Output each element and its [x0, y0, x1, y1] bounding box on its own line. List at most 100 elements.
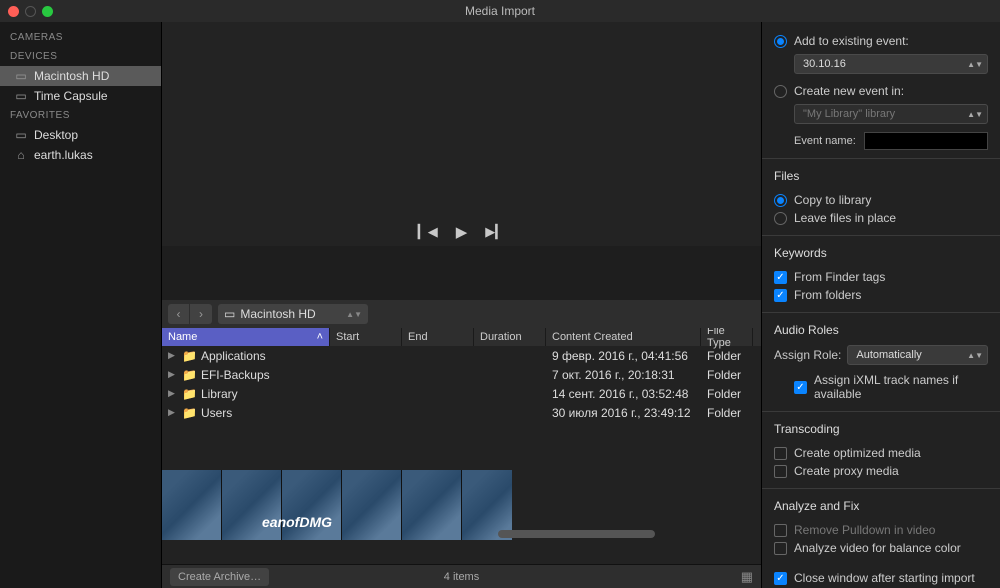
- next-button[interactable]: ▶▎: [485, 224, 505, 240]
- nav-forward-button[interactable]: ›: [190, 304, 212, 324]
- checkbox-icon: [774, 524, 787, 537]
- disclosure-triangle-icon[interactable]: ▶: [168, 369, 178, 380]
- play-button[interactable]: ▶: [456, 223, 468, 241]
- table-row[interactable]: ▶📁Users30 июля 2016 г., 23:49:12Folder: [162, 403, 761, 422]
- file-table: Name˄ Start End Duration Content Created…: [162, 328, 761, 564]
- analyze-panel: Analyze and Fix Remove Pulldown in video…: [762, 489, 1000, 588]
- row-created: 9 февр. 2016 г., 04:41:56: [546, 349, 701, 363]
- view-toggle-button[interactable]: ▦: [741, 569, 753, 585]
- row-created: 7 окт. 2016 г., 20:18:31: [546, 368, 701, 382]
- divider: [162, 246, 761, 300]
- col-created[interactable]: Content Created: [546, 328, 701, 346]
- row-type: Folder: [701, 368, 753, 382]
- window-title: Media Import: [465, 4, 535, 18]
- col-end[interactable]: End: [402, 328, 474, 346]
- sidebar-item-macintosh-hd[interactable]: ▭ Macintosh HD: [0, 66, 161, 86]
- table-row[interactable]: ▶📁Library14 сент. 2016 г., 03:52:48Folde…: [162, 384, 761, 403]
- sidebar-item-home[interactable]: ⌂ earth.lukas: [0, 145, 161, 165]
- folder-icon: 📁: [182, 368, 197, 382]
- desktop-icon: ▭: [14, 128, 28, 142]
- col-type[interactable]: File Type: [701, 328, 753, 346]
- thumbnail[interactable]: [222, 470, 282, 540]
- check-pulldown[interactable]: Remove Pulldown in video: [774, 521, 988, 539]
- checkbox-icon: [774, 447, 787, 460]
- checkbox-icon: [774, 542, 787, 555]
- row-type: Folder: [701, 387, 753, 401]
- col-start[interactable]: Start: [330, 328, 402, 346]
- disclosure-triangle-icon[interactable]: ▶: [168, 350, 178, 361]
- checkbox-icon: ✓: [774, 572, 787, 585]
- preview-area: ▎◀ ▶ ▶▎: [162, 22, 761, 246]
- event-panel: Add to existing event: 30.10.16 ▲▼ Creat…: [762, 22, 1000, 159]
- col-duration[interactable]: Duration: [474, 328, 546, 346]
- radio-add-existing[interactable]: Add to existing event:: [774, 32, 988, 50]
- files-panel: Files Copy to library Leave files in pla…: [762, 159, 1000, 236]
- sidebar-item-label: Time Capsule: [34, 89, 108, 103]
- close-icon[interactable]: [8, 6, 19, 17]
- sidebar: CAMERAS DEVICES ▭ Macintosh HD ▭ Time Ca…: [0, 22, 162, 588]
- drive-icon: ▭: [14, 89, 28, 103]
- row-created: 14 сент. 2016 г., 03:52:48: [546, 387, 701, 401]
- folder-icon: 📁: [182, 406, 197, 420]
- table-row[interactable]: ▶📁Applications9 февр. 2016 г., 04:41:56F…: [162, 346, 761, 365]
- item-count: 4 items: [444, 571, 479, 583]
- table-body: ▶📁Applications9 февр. 2016 г., 04:41:56F…: [162, 346, 761, 422]
- assign-role-select[interactable]: Automatically ▲▼: [847, 345, 988, 365]
- path-label: Macintosh HD: [240, 307, 315, 321]
- path-selector[interactable]: ▭ Macintosh HD ▲▼: [218, 304, 368, 324]
- sidebar-item-label: Macintosh HD: [34, 69, 109, 83]
- sidebar-item-label: Desktop: [34, 128, 78, 142]
- row-name: Library: [201, 387, 238, 401]
- radio-leave-in-place[interactable]: Leave files in place: [774, 209, 988, 227]
- check-balance-color[interactable]: Analyze video for balance color: [774, 539, 988, 557]
- check-ixml[interactable]: ✓ Assign iXML track names if available: [794, 371, 988, 403]
- disclosure-triangle-icon[interactable]: ▶: [168, 407, 178, 418]
- checkbox-icon: [774, 465, 787, 478]
- drive-icon: ▭: [14, 69, 28, 83]
- disclosure-triangle-icon[interactable]: ▶: [168, 388, 178, 399]
- drive-icon: ▭: [224, 307, 235, 321]
- event-name-input[interactable]: [864, 132, 988, 150]
- table-row[interactable]: ▶ 📁 EFI-Backups 7 окт. 2016 г., 20:18:31Fol…: [162, 365, 761, 384]
- row-created: 30 июля 2016 г., 23:49:12: [546, 406, 701, 420]
- sidebar-section-cameras: CAMERAS: [0, 28, 161, 47]
- existing-event-select[interactable]: 30.10.16 ▲▼: [794, 54, 988, 74]
- col-name[interactable]: Name˄: [162, 328, 330, 346]
- sort-asc-icon: ˄: [317, 331, 323, 343]
- checkbox-icon: ✓: [774, 289, 787, 302]
- sidebar-item-desktop[interactable]: ▭ Desktop: [0, 125, 161, 145]
- event-name-label: Event name:: [794, 135, 856, 147]
- radio-create-new[interactable]: Create new event in:: [774, 82, 988, 100]
- check-close-after[interactable]: ✓ Close window after starting import: [774, 569, 988, 587]
- chevron-updown-icon: ▲▼: [967, 60, 983, 69]
- right-pane: Add to existing event: 30.10.16 ▲▼ Creat…: [762, 22, 1000, 588]
- nav-back-button[interactable]: ‹: [168, 304, 190, 324]
- radio-icon: [774, 212, 787, 225]
- minimize-icon[interactable]: [25, 6, 36, 17]
- radio-icon: [774, 194, 787, 207]
- row-name: Applications: [201, 349, 266, 363]
- traffic-lights: [8, 6, 53, 17]
- create-archive-button[interactable]: Create Archive…: [170, 568, 269, 586]
- table-header: Name˄ Start End Duration Content Created…: [162, 328, 761, 346]
- radio-icon: [774, 85, 787, 98]
- horizontal-scrollbar[interactable]: [328, 530, 755, 540]
- radio-copy-library[interactable]: Copy to library: [774, 191, 988, 209]
- check-from-folders[interactable]: ✓ From folders: [774, 286, 988, 304]
- row-name: EFI-Backups: [201, 368, 270, 382]
- thumbnail[interactable]: [162, 470, 222, 540]
- new-event-library-select[interactable]: "My Library" library ▲▼: [794, 104, 988, 124]
- keywords-panel: Keywords ✓ From Finder tags ✓ From folde…: [762, 236, 1000, 313]
- prev-button[interactable]: ▎◀: [418, 224, 438, 240]
- sidebar-item-time-capsule[interactable]: ▭ Time Capsule: [0, 86, 161, 106]
- titlebar: Media Import: [0, 0, 1000, 22]
- check-optimized[interactable]: Create optimized media: [774, 444, 988, 462]
- home-icon: ⌂: [14, 148, 28, 162]
- checkbox-icon: ✓: [774, 271, 787, 284]
- check-proxy[interactable]: Create proxy media: [774, 462, 988, 480]
- chevron-updown-icon: ▲▼: [967, 110, 983, 119]
- check-finder-tags[interactable]: ✓ From Finder tags: [774, 268, 988, 286]
- row-type: Folder: [701, 349, 753, 363]
- maximize-icon[interactable]: [42, 6, 53, 17]
- player-controls: ▎◀ ▶ ▶▎: [162, 218, 761, 246]
